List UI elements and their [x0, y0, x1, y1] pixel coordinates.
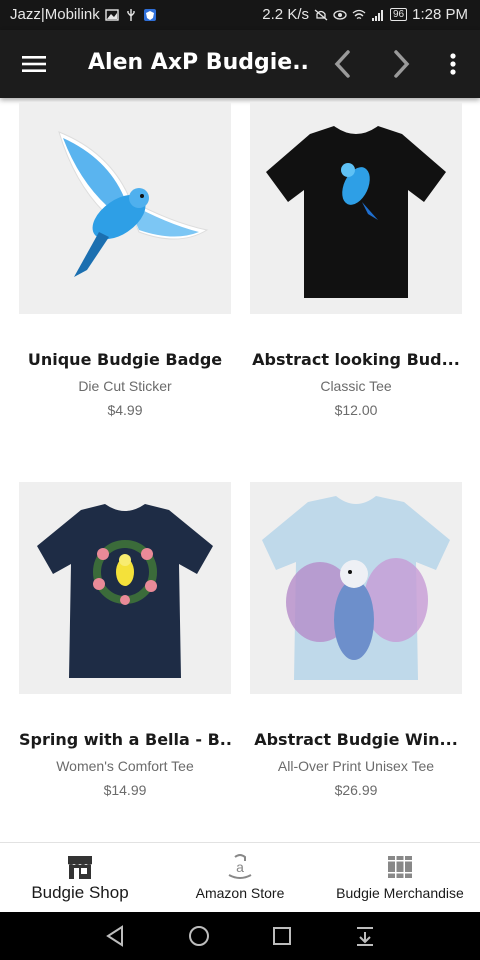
product-title: Spring with a Bella - B...	[19, 730, 231, 749]
network-speed: 2.2 K/s	[262, 6, 309, 23]
shield-icon	[143, 8, 156, 21]
black-tee-image	[266, 126, 446, 298]
mute-icon	[314, 9, 328, 20]
product-price: $26.99	[334, 782, 378, 798]
budgie-sticker-image	[58, 131, 209, 277]
product-card[interactable]: Abstract Budgie Win... All-Over Print Un…	[250, 482, 462, 798]
amazon-icon: a	[228, 854, 252, 879]
status-right: 2.2 K/s 96 1:28 PM	[262, 6, 468, 23]
product-title: Abstract Budgie Win...	[254, 730, 458, 749]
usb-icon	[127, 8, 135, 21]
product-price: $14.99	[103, 782, 147, 798]
product-image-all-over-tee[interactable]	[250, 482, 462, 694]
bottom-navigation: Budgie Shop a Amazon Store Budgie Mercha…	[0, 842, 480, 912]
tab-label: Budgie Shop	[31, 883, 129, 902]
menu-icon[interactable]	[18, 50, 50, 78]
notification-pulldown-icon[interactable]	[353, 924, 377, 948]
system-navigation-bar	[0, 912, 480, 960]
books-icon	[388, 856, 412, 878]
battery-icon: 96	[390, 8, 408, 21]
wifi-icon	[352, 9, 366, 19]
product-image-classic-tee[interactable]	[250, 102, 462, 314]
product-card[interactable]: Spring with a Bella - B... Women's Comfo…	[19, 482, 231, 798]
app-bar: Alen AxP Budgie...	[0, 30, 480, 98]
gallery-notification-icon	[105, 8, 119, 21]
product-image-comfort-tee[interactable]	[19, 482, 231, 694]
store-icon	[68, 856, 92, 879]
tab-budgie-merchandise[interactable]: Budgie Merchandise	[320, 843, 480, 912]
page-title: Alen AxP Budgie...	[88, 50, 308, 75]
product-card[interactable]: Abstract looking Bud... Classic Tee $12.…	[250, 102, 462, 418]
tab-label: Amazon Store	[195, 885, 285, 901]
navy-tee-image	[37, 504, 213, 678]
status-left: Jazz|Mobilink	[10, 6, 157, 23]
tab-amazon-store[interactable]: a Amazon Store	[160, 843, 320, 912]
back-arrow-icon[interactable]	[328, 48, 358, 80]
light-blue-tee-image	[262, 496, 450, 680]
eye-icon	[333, 9, 347, 20]
recents-square-icon[interactable]	[270, 924, 294, 948]
clock: 1:28 PM	[412, 6, 468, 23]
product-type: Classic Tee	[320, 378, 392, 394]
svg-text:a: a	[236, 859, 244, 875]
product-title: Unique Budgie Badge	[27, 350, 223, 369]
tab-label: Budgie Merchandise	[336, 885, 464, 901]
product-card[interactable]: Unique Budgie Badge Die Cut Sticker $4.9…	[19, 102, 231, 418]
product-type: All-Over Print Unisex Tee	[277, 758, 435, 774]
product-image-budgie-sticker[interactable]	[19, 102, 231, 314]
tab-budgie-shop[interactable]: Budgie Shop	[0, 843, 160, 912]
more-options-icon[interactable]	[442, 48, 464, 80]
product-price: $12.00	[334, 402, 378, 418]
product-grid: Unique Budgie Badge Die Cut Sticker $4.9…	[0, 98, 480, 842]
home-circle-icon[interactable]	[187, 924, 211, 948]
back-triangle-icon[interactable]	[104, 924, 128, 948]
product-type: Women's Comfort Tee	[56, 758, 194, 774]
status-bar: Jazz|Mobilink 2.2 K/s 96 1:28 PM	[0, 0, 480, 30]
signal-icon	[372, 9, 383, 21]
product-price: $4.99	[107, 402, 143, 418]
forward-arrow-icon[interactable]	[386, 48, 416, 80]
product-type: Die Cut Sticker	[78, 378, 172, 394]
carrier-label: Jazz|Mobilink	[10, 6, 100, 23]
product-title: Abstract looking Bud...	[252, 350, 460, 369]
